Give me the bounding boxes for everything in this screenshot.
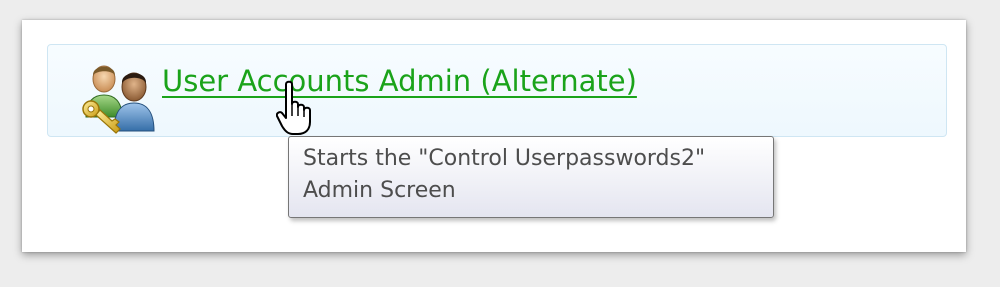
tooltip: Starts the "Control Userpasswords2" Admi…: [288, 136, 774, 218]
tooltip-line-1: Starts the "Control Userpasswords2": [303, 146, 706, 171]
task-row-user-accounts-admin[interactable]: User Accounts Admin (Alternate): [47, 44, 947, 137]
hand-pointer-icon: [276, 80, 311, 135]
user-accounts-admin-link[interactable]: User Accounts Admin (Alternate): [162, 57, 637, 105]
tooltip-line-2: Admin Screen: [303, 178, 456, 203]
user-accounts-icon: [82, 65, 155, 134]
